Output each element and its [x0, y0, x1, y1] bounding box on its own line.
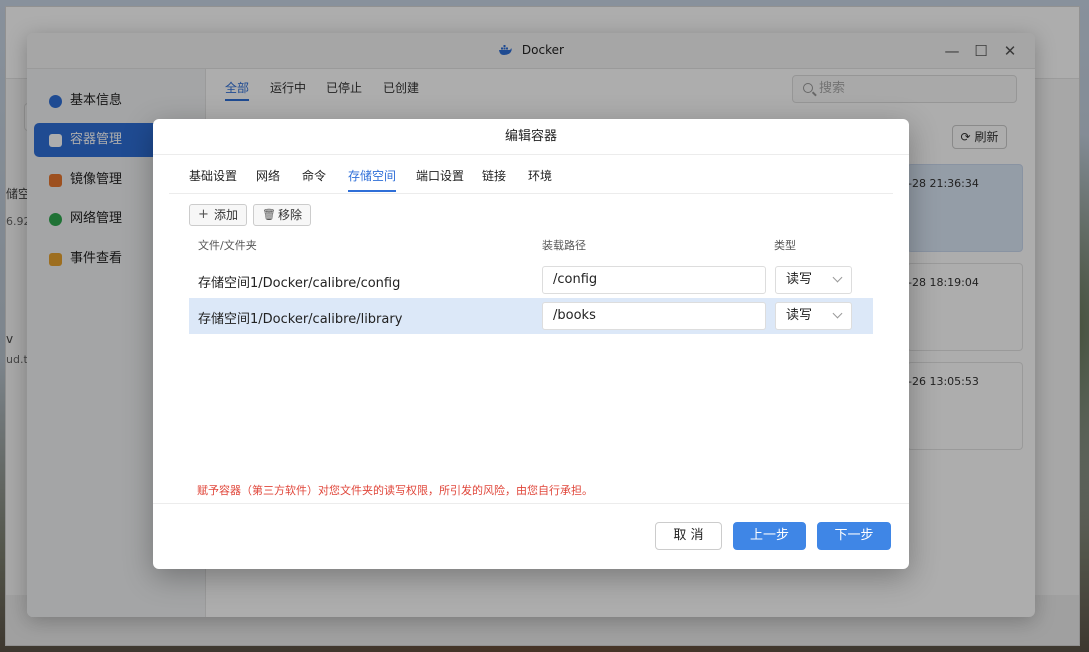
- type-select[interactable]: 读写: [775, 266, 852, 294]
- type-select[interactable]: 读写: [775, 302, 852, 330]
- column-header-mount: 装载路径: [542, 239, 586, 252]
- risk-warning: 赋予容器（第三方软件）对您文件夹的读写权限，所引发的风险，由您自行承担。: [197, 484, 593, 497]
- edit-container-dialog: 编辑容器 基础设置 网络 命令 存储空间 端口设置 链接 环境 + 添加 🗑 移…: [153, 119, 909, 569]
- add-button[interactable]: + 添加: [189, 204, 248, 226]
- divider: [153, 503, 909, 504]
- tab-network[interactable]: 网络: [256, 167, 280, 184]
- folder-path: 存储空间1/Docker/calibre/config: [198, 276, 401, 291]
- column-header-type: 类型: [774, 239, 796, 252]
- plus-icon: +: [198, 207, 209, 222]
- chevron-down-icon: [832, 308, 843, 319]
- tab-environment[interactable]: 环境: [528, 167, 552, 184]
- next-step-button[interactable]: 下一步: [817, 522, 891, 550]
- remove-button[interactable]: 🗑 移除: [253, 204, 312, 226]
- tab-basic-settings[interactable]: 基础设置: [189, 167, 237, 184]
- dialog-tabs: 基础设置 网络 命令 存储空间 端口设置 链接 环境: [169, 155, 893, 194]
- previous-step-button[interactable]: 上一步: [733, 522, 806, 550]
- trash-icon: 🗑: [262, 208, 276, 221]
- tab-links[interactable]: 链接: [482, 167, 506, 184]
- table-row[interactable]: 存储空间1/Docker/calibre/config /config 读写: [189, 262, 873, 298]
- table-row[interactable]: 存储空间1/Docker/calibre/library /books 读写: [189, 298, 873, 334]
- tab-command[interactable]: 命令: [302, 167, 326, 184]
- folder-path: 存储空间1/Docker/calibre/library: [198, 312, 403, 327]
- mount-path-input[interactable]: /config: [542, 266, 766, 294]
- column-header-folder: 文件/文件夹: [198, 239, 257, 252]
- tab-storage[interactable]: 存储空间: [348, 167, 397, 192]
- mount-path-input[interactable]: /books: [542, 302, 766, 330]
- dialog-title: 编辑容器: [153, 119, 909, 155]
- chevron-down-icon: [832, 272, 843, 283]
- cancel-button[interactable]: 取 消: [655, 522, 722, 550]
- tab-ports[interactable]: 端口设置: [416, 167, 464, 184]
